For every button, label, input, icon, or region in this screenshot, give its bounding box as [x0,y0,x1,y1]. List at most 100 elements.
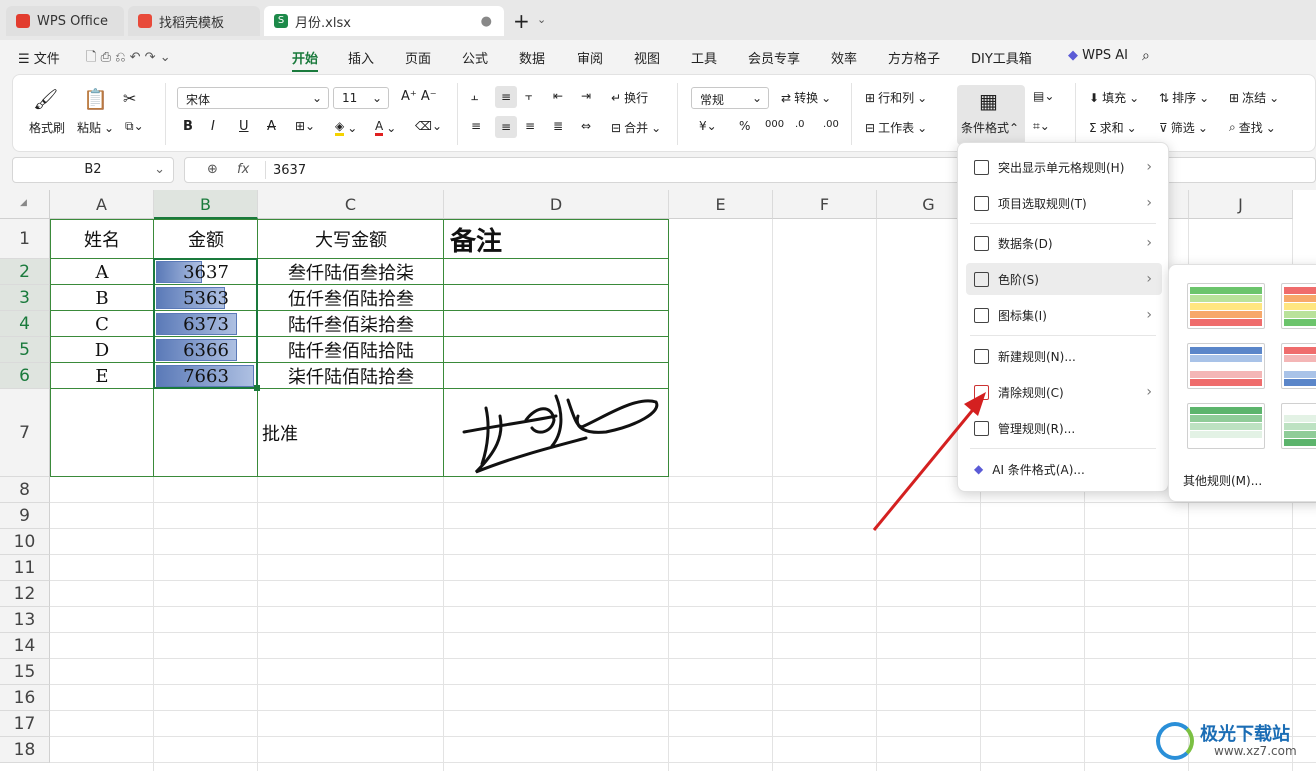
column-header-a[interactable]: A [50,190,154,219]
border-icon[interactable]: ⊞⌄ [295,119,315,133]
header-note[interactable]: 备注 [444,219,669,259]
cell-amount[interactable]: 3637 [154,259,258,285]
highlight-rules-item[interactable]: 突出显示单元格规则(H) › [966,151,1162,183]
row-header-11[interactable]: 11 [0,555,50,581]
convert-button[interactable]: ⇄ 转换 ⌄ [781,89,831,106]
data-bar-item[interactable]: 数据条(D) › [966,227,1162,259]
tab-wps-office[interactable]: WPS Office [6,6,124,36]
menu-start[interactable]: 开始 [292,48,318,67]
font-family-select[interactable]: 宋体 ⌄ [177,87,329,109]
cut-icon[interactable]: ✂ [123,89,136,108]
align-right-icon[interactable]: ≡ [525,119,535,133]
menu-view[interactable]: 视图 [634,48,660,67]
cell-amount[interactable]: 6373 [154,311,258,337]
color-scale-option[interactable] [1281,403,1316,449]
italic-button[interactable]: I [211,119,215,134]
decimal-increase-icon[interactable]: .0 [795,119,805,130]
wrap-text-button[interactable]: ↵ 换行 [611,89,648,106]
row-header-8[interactable]: 8 [0,477,50,503]
cell-amount[interactable]: 7663 [154,363,258,389]
select-all-corner[interactable]: ◢ [0,190,50,219]
wps-ai-button[interactable]: ◆ WPS AI [1068,48,1128,63]
header-upper-amount[interactable]: 大写金额 [258,219,444,259]
cell-name[interactable]: D [50,337,154,363]
row-header-3[interactable]: 3 [0,285,50,311]
format-painter-icon[interactable]: 🖌 [33,87,58,111]
freeze-button[interactable]: ⊞ 冻结 ⌄ [1229,89,1279,106]
new-tab-plus-icon[interactable]: + [513,9,530,33]
align-top-icon[interactable]: ⫠ [471,89,478,104]
decimal-decrease-icon[interactable]: .00 [823,119,839,130]
cell-amount[interactable]: 6366 [154,337,258,363]
justify-icon[interactable]: ≣ [553,119,563,133]
unsaved-dot-icon[interactable]: ● [481,14,492,29]
menu-fangfang[interactable]: 方方格子 [888,48,940,67]
column-header-d[interactable]: D [444,190,669,219]
align-left-icon[interactable]: ≡ [471,119,481,133]
find-button[interactable]: ⌕ 查找 ⌄ [1229,119,1276,136]
indent-increase-icon[interactable]: ⇥ [581,89,591,103]
ai-conditional-format-item[interactable]: ◆ AI 条件格式(A)... [966,453,1162,485]
color-scale-option[interactable] [1187,283,1265,329]
color-scale-option[interactable] [1281,343,1316,389]
strikethrough-button[interactable]: A [267,119,276,134]
cell-name[interactable]: E [50,363,154,389]
underline-button[interactable]: U [239,119,249,134]
menu-efficiency[interactable]: 效率 [831,48,857,67]
color-scale-option[interactable] [1281,283,1316,329]
row-header-12[interactable]: 12 [0,581,50,607]
cell-upper-amount[interactable]: 柒仟陆佰陆拾叁 [258,363,444,389]
icon-set-item[interactable]: 图标集(I) › [966,299,1162,331]
menu-insert[interactable]: 插入 [348,48,374,67]
row-header-16[interactable]: 16 [0,685,50,711]
menu-diy[interactable]: DIY工具箱 [971,48,1032,67]
fill-color-icon[interactable]: ◈ ⌄ [335,119,357,136]
header-name[interactable]: 姓名 [50,219,154,259]
paste-icon[interactable]: 📋 [83,87,108,111]
currency-icon[interactable]: ¥⌄ [699,119,717,133]
header-amount[interactable]: 金额 [154,219,258,259]
search-icon[interactable]: ⌕ [1142,48,1150,64]
zoom-icon[interactable]: ⊕ [207,162,218,177]
quick-access-icons[interactable]: 🗋 ⎙ ⎌ ↶ ↷ ⌄ [86,48,171,70]
align-bottom-icon[interactable]: ⫟ [525,89,532,104]
fx-icon[interactable]: fx [237,162,249,177]
font-size-select[interactable]: 11 ⌄ [333,87,389,109]
row-header-17[interactable]: 17 [0,711,50,737]
indent-decrease-icon[interactable]: ⇤ [553,89,563,103]
tab-active-file[interactable]: S 月份.xlsx ● [264,6,504,36]
paste-button[interactable]: 粘贴 ⌄ [77,119,114,136]
worksheet-button[interactable]: ⊟ 工作表 ⌄ [865,119,927,136]
font-color-icon[interactable]: A ⌄ [375,119,396,136]
filter-button[interactable]: ⊽ 筛选 ⌄ [1159,119,1208,136]
row-header-13[interactable]: 13 [0,607,50,633]
menu-review[interactable]: 审阅 [577,48,603,67]
top-bottom-rules-item[interactable]: 项目选取规则(T) › [966,187,1162,219]
column-header-c[interactable]: C [258,190,444,219]
conditional-format-button[interactable]: ▦ 条件格式⌃ [957,85,1025,145]
row-header-18[interactable]: 18 [0,737,50,763]
row-header-1[interactable]: 1 [0,219,50,259]
row-col-button[interactable]: ⊞ 行和列 ⌄ [865,89,927,106]
row-header-5[interactable]: 5 [0,337,50,363]
manage-rules-item[interactable]: 管理规则(R)... [966,412,1162,444]
row-header-2[interactable]: 2 [0,259,50,285]
cell-upper-amount[interactable]: 陆仟叁佰柒拾叁 [258,311,444,337]
eraser-icon[interactable]: ⌫⌄ [415,119,442,133]
cell-upper-amount[interactable]: 伍仟叁佰陆拾叁 [258,285,444,311]
cell-approve[interactable]: 批准 [258,389,444,477]
row-header-14[interactable]: 14 [0,633,50,659]
sort-button[interactable]: ⇅ 排序 ⌄ [1159,89,1209,106]
tab-list-chevron-icon[interactable]: ⌄ [537,13,546,26]
color-scale-item[interactable]: 色阶(S) › [966,263,1162,295]
fill-button[interactable]: ⬇ 填充 ⌄ [1089,89,1139,106]
cell-name[interactable]: C [50,311,154,337]
new-rule-item[interactable]: 新建规则(N)... [966,340,1162,372]
color-scale-option[interactable] [1187,403,1265,449]
distribute-icon[interactable]: ⇔ [581,119,591,133]
menu-tools[interactable]: 工具 [691,48,717,67]
menu-data[interactable]: 数据 [519,48,545,67]
format-painter-button[interactable]: 格式刷 [29,119,65,136]
cell-style-icon[interactable]: ▤⌄ [1033,89,1054,103]
cell-name[interactable]: A [50,259,154,285]
